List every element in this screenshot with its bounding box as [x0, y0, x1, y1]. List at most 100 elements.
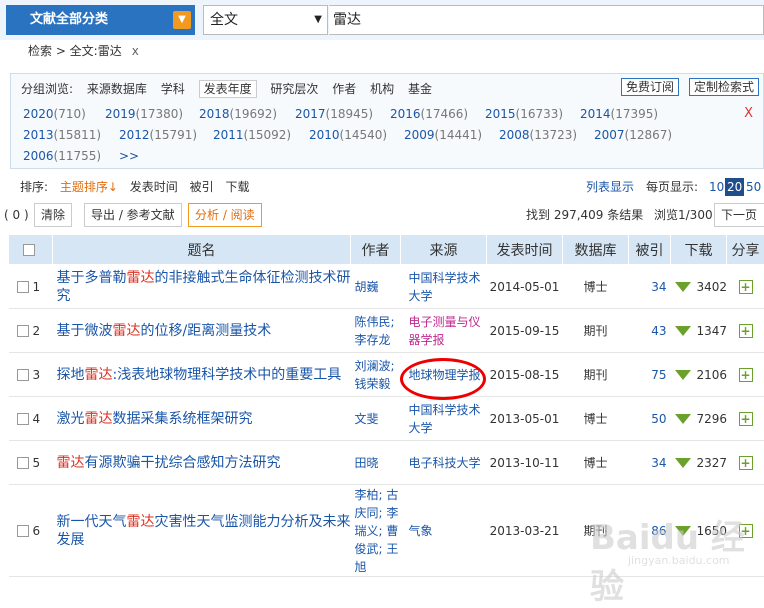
download-icon[interactable] — [675, 326, 691, 336]
title-link[interactable]: 新一代天气雷达灾害性天气监测能力分析及未来发展 — [53, 485, 351, 577]
share-plus-icon[interactable]: + — [739, 456, 753, 470]
year-item[interactable]: 2008(13723) — [499, 125, 577, 146]
scope-select[interactable]: 全文▼ — [203, 5, 328, 35]
year-item[interactable]: 2015(16733) — [485, 104, 563, 125]
list-view-link[interactable]: 列表显示 — [586, 178, 634, 196]
col-source[interactable]: 来源 — [401, 235, 487, 265]
author-link[interactable]: 陈伟民; 李存龙 — [351, 309, 401, 353]
chevron-down-icon[interactable]: ▼ — [173, 11, 191, 29]
publish-date: 2013-05-01 — [487, 397, 563, 441]
col-share[interactable]: 分享 — [727, 235, 764, 265]
col-title[interactable]: 题名 — [53, 235, 351, 265]
download-icon[interactable] — [675, 282, 691, 292]
page-size-20[interactable]: 20 — [725, 178, 744, 196]
col-cited[interactable]: 被引 — [629, 235, 671, 265]
cited-count[interactable]: 75 — [629, 353, 671, 397]
sort-cited[interactable]: 被引 — [190, 180, 214, 194]
col-date[interactable]: 发表时间 — [487, 235, 563, 265]
col-author[interactable]: 作者 — [351, 235, 401, 265]
year-item[interactable]: 2017(18945) — [295, 104, 373, 125]
author-link[interactable]: 田晓 — [351, 441, 401, 485]
tab-level[interactable]: 研究层次 — [270, 82, 318, 96]
page-size-10[interactable]: 10 — [709, 178, 724, 196]
export-button[interactable]: 导出 / 参考文献 — [84, 203, 182, 227]
database-type: 期刊 — [563, 353, 629, 397]
year-item[interactable]: 2010(14540) — [309, 125, 387, 146]
more-years-link[interactable]: >> — [119, 146, 139, 167]
source-link[interactable]: 中国科学技术大学 — [401, 397, 487, 441]
author-link[interactable]: 李柏; 古庆同; 李瑞义; 曹俊武; 王旭 — [351, 485, 401, 577]
year-item[interactable]: 2020(710) — [23, 104, 86, 125]
author-link[interactable]: 文斐 — [351, 397, 401, 441]
title-link[interactable]: 探地雷达:浅表地球物理科学技术中的重要工具 — [53, 353, 351, 397]
author-link[interactable]: 刘澜波; 钱荣毅 — [351, 353, 401, 397]
sort-date[interactable]: 发表时间 — [130, 180, 178, 194]
row-checkbox[interactable] — [17, 369, 29, 381]
year-item[interactable]: 2006(11755) — [23, 146, 101, 167]
year-item[interactable]: 2014(17395) — [580, 104, 658, 125]
year-item[interactable]: 2009(14441) — [404, 125, 482, 146]
cited-count[interactable]: 34 — [629, 265, 671, 309]
col-db[interactable]: 数据库 — [563, 235, 629, 265]
share-plus-icon[interactable]: + — [739, 324, 753, 338]
row-checkbox[interactable] — [17, 281, 29, 293]
year-item[interactable]: 2013(15811) — [23, 125, 101, 146]
select-all-checkbox[interactable] — [23, 244, 35, 256]
search-input[interactable]: 雷达 — [329, 5, 764, 35]
analyze-button[interactable]: 分析 / 阅读 — [188, 203, 262, 227]
subscribe-button[interactable]: 免费订阅 — [621, 78, 679, 96]
table-row: 1基于多普勒雷达的非接触式生命体征检测技术研究胡巍中国科学技术大学2014-05… — [9, 265, 764, 309]
source-link[interactable]: 电子测量与仪器学报 — [401, 309, 487, 353]
tab-org[interactable]: 机构 — [370, 82, 394, 96]
tab-year[interactable]: 发表年度 — [199, 80, 257, 98]
chevron-down-icon: ▼ — [314, 6, 322, 34]
row-checkbox[interactable] — [17, 325, 29, 337]
source-link[interactable]: 电子科技大学 — [401, 441, 487, 485]
share-plus-icon[interactable]: + — [739, 412, 753, 426]
year-item[interactable]: 2011(15092) — [213, 125, 291, 146]
author-link[interactable]: 胡巍 — [351, 265, 401, 309]
col-download[interactable]: 下载 — [671, 235, 727, 265]
year-item[interactable]: 2007(12867) — [594, 125, 672, 146]
download-icon[interactable] — [675, 458, 691, 468]
tab-subject[interactable]: 学科 — [161, 82, 185, 96]
source-link[interactable]: 气象 — [401, 485, 487, 577]
title-link[interactable]: 激光雷达数据采集系统框架研究 — [53, 397, 351, 441]
cited-count[interactable]: 50 — [629, 397, 671, 441]
database-type: 博士 — [563, 441, 629, 485]
download-icon[interactable] — [675, 414, 691, 424]
year-item[interactable]: 2019(17380) — [105, 104, 183, 125]
row-checkbox[interactable] — [17, 457, 29, 469]
cited-count[interactable]: 34 — [629, 441, 671, 485]
tab-fund[interactable]: 基金 — [408, 82, 432, 96]
category-select[interactable]: 文献全部分类▼ — [6, 5, 195, 35]
row-checkbox[interactable] — [17, 413, 29, 425]
close-icon[interactable]: X — [744, 106, 753, 121]
year-item[interactable]: 2016(17466) — [390, 104, 468, 125]
page-size-50[interactable]: 50 — [746, 178, 761, 196]
sort-download[interactable]: 下载 — [225, 180, 249, 194]
action-bar: ( 0 ) 清除 导出 / 参考文献 分析 / 阅读 找到 297,409 条结… — [0, 203, 764, 227]
tab-author[interactable]: 作者 — [332, 82, 356, 96]
page-indicator: 浏览1/300 — [654, 203, 713, 227]
share-plus-icon[interactable]: + — [739, 368, 753, 382]
custom-query-button[interactable]: 定制检索式 — [689, 78, 759, 96]
year-item[interactable]: 2012(15791) — [119, 125, 197, 146]
title-link[interactable]: 基于多普勒雷达的非接触式生命体征检测技术研究 — [53, 265, 351, 309]
table-header: 题名 作者 来源 发表时间 数据库 被引 下载 分享 — [9, 235, 764, 265]
share-plus-icon[interactable]: + — [739, 280, 753, 294]
title-link[interactable]: 基于微波雷达的位移/距离测量技术 — [53, 309, 351, 353]
download-icon[interactable] — [675, 370, 691, 380]
table-row: 4激光雷达数据采集系统框架研究文斐中国科学技术大学2013-05-01博士507… — [9, 397, 764, 441]
next-page-button[interactable]: 下一页 — [714, 203, 764, 227]
source-link[interactable]: 中国科学技术大学 — [401, 265, 487, 309]
close-icon[interactable]: x — [132, 44, 139, 58]
sort-topic[interactable]: 主题排序↓ — [60, 180, 118, 194]
clear-button[interactable]: 清除 — [34, 203, 72, 227]
cited-count[interactable]: 43 — [629, 309, 671, 353]
title-link[interactable]: 雷达有源欺骗干扰综合感知方法研究 — [53, 441, 351, 485]
tab-source-db[interactable]: 来源数据库 — [87, 82, 147, 96]
sort-bar: 排序: 主题排序↓ 发表时间 被引 下载 列表显示 每页显示: 10 20 50 — [20, 178, 764, 196]
row-checkbox[interactable] — [17, 525, 29, 537]
year-item[interactable]: 2018(19692) — [199, 104, 277, 125]
